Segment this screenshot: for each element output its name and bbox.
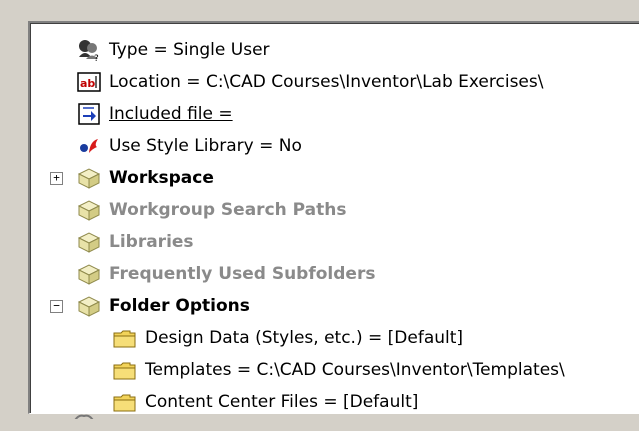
- package-icon: [76, 293, 102, 319]
- tree-node-label: Libraries: [109, 232, 194, 252]
- tree-node-label: Frequently Used Subfolders: [109, 264, 376, 284]
- svg-text:ab: ab: [80, 77, 95, 90]
- package-icon: [76, 261, 102, 287]
- user-icon: ?: [76, 37, 102, 63]
- project-tree-panel: ? Type = Single User ab Location = C:\CA…: [28, 21, 639, 414]
- tree-item-style-library[interactable]: Use Style Library = No: [76, 131, 302, 161]
- tree-node-libraries[interactable]: Libraries: [76, 227, 194, 257]
- folder-icon: [112, 357, 138, 383]
- tree-node-workspace[interactable]: Workspace: [76, 163, 214, 193]
- package-icon: [76, 165, 102, 191]
- tree-item-label: Templates = C:\CAD Courses\Inventor\Temp…: [145, 360, 565, 380]
- tree-node-workgroup-search-paths[interactable]: Workgroup Search Paths: [76, 195, 347, 225]
- tree-item-label: Included file =: [109, 104, 233, 124]
- partial-next-item-icon: [70, 407, 98, 419]
- tree-item-label: Location = C:\CAD Courses\Inventor\Lab E…: [109, 72, 544, 92]
- folder-icon: [112, 325, 138, 351]
- package-icon: [76, 197, 102, 223]
- tree-item-design-data[interactable]: Design Data (Styles, etc.) = [Default]: [112, 323, 463, 353]
- expand-workspace-button[interactable]: +: [50, 172, 63, 185]
- include-file-icon: [76, 101, 102, 127]
- tree-item-label: Use Style Library = No: [109, 136, 302, 156]
- tree-item-type[interactable]: ? Type = Single User: [76, 35, 270, 65]
- package-icon: [76, 229, 102, 255]
- tree-node-label: Workgroup Search Paths: [109, 200, 347, 220]
- tree-node-folder-options[interactable]: Folder Options: [76, 291, 250, 321]
- tree-item-label: Type = Single User: [109, 40, 270, 60]
- tree-item-location[interactable]: ab Location = C:\CAD Courses\Inventor\La…: [76, 67, 543, 97]
- tree-item-label: Design Data (Styles, etc.) = [Default]: [145, 328, 464, 348]
- tree-item-templates[interactable]: Templates = C:\CAD Courses\Inventor\Temp…: [112, 355, 565, 385]
- tree-node-label: Folder Options: [109, 296, 250, 316]
- tree-node-label: Workspace: [109, 168, 214, 188]
- tree-node-frequently-used-subfolders[interactable]: Frequently Used Subfolders: [76, 259, 375, 289]
- folder-icon: [112, 389, 138, 413]
- svg-text:?: ?: [94, 54, 99, 63]
- tree-item-content-center-files[interactable]: Content Center Files = [Default]: [112, 387, 419, 413]
- text-field-icon: ab: [76, 69, 102, 95]
- style-library-icon: [76, 133, 102, 159]
- collapse-folder-options-button[interactable]: −: [50, 300, 63, 313]
- tree-item-included-file[interactable]: Included file =: [76, 99, 233, 129]
- tree-item-label: Content Center Files = [Default]: [145, 392, 419, 412]
